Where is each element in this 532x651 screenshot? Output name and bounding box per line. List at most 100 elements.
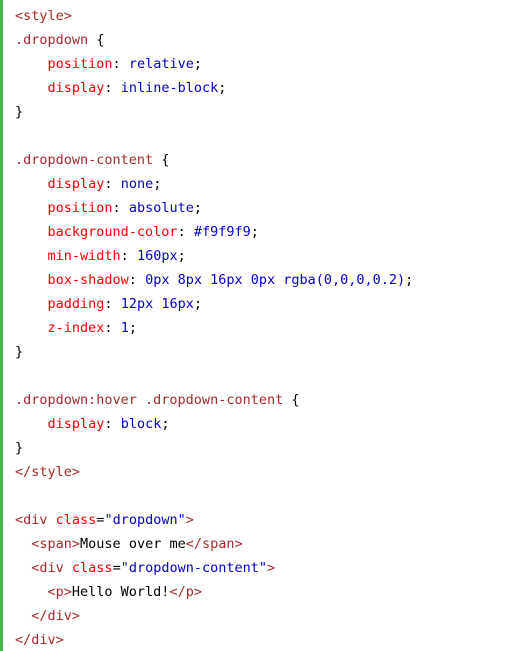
code-property-token: position bbox=[47, 200, 113, 216]
code-tag-token: <span> bbox=[31, 536, 81, 552]
code-line: min-width: 160px; bbox=[15, 244, 532, 268]
code-value-token: 1 bbox=[120, 320, 129, 336]
code-example-panel: <style> .dropdown { position: relative; d… bbox=[0, 0, 532, 651]
code-punctuation-token: ; bbox=[405, 272, 414, 288]
code-selector-token: .dropdown:hover .dropdown-content bbox=[15, 392, 284, 408]
code-punctuation-token: = bbox=[112, 560, 121, 576]
code-punctuation-token: ; bbox=[193, 296, 202, 312]
code-line: <span>Mouse over me</span> bbox=[15, 532, 532, 556]
code-attribute-token: class bbox=[63, 560, 113, 576]
code-block: <style> .dropdown { position: relative; d… bbox=[3, 0, 532, 651]
code-tag-token: </div> bbox=[15, 632, 64, 648]
code-value-token: 0px 8px 16px 0px rgba(0,0,0,0.2) bbox=[145, 272, 406, 288]
code-value-token: 160px bbox=[136, 248, 178, 264]
code-punctuation-token: ; bbox=[153, 176, 162, 192]
code-punctuation-token: ; bbox=[193, 200, 202, 216]
code-punctuation-token: } bbox=[15, 440, 24, 456]
code-value-token: none bbox=[120, 176, 154, 192]
code-tag-token: <div bbox=[15, 512, 48, 528]
code-tag-token: <p> bbox=[47, 584, 72, 600]
code-tag-token: </style> bbox=[15, 464, 81, 480]
code-punctuation-token: : bbox=[104, 320, 121, 336]
code-line: display: inline-block; bbox=[15, 76, 532, 100]
code-punctuation-token: ; bbox=[218, 80, 227, 96]
code-punctuation-token: : bbox=[104, 176, 121, 192]
code-line: <div class="dropdown-content"> bbox=[15, 556, 532, 580]
code-property-token: padding bbox=[47, 296, 105, 312]
code-property-token: display bbox=[47, 80, 105, 96]
code-property-token: min-width bbox=[47, 248, 121, 264]
code-line: display: none; bbox=[15, 172, 532, 196]
code-punctuation-token: { bbox=[153, 152, 170, 168]
code-tag-token: <div bbox=[31, 560, 64, 576]
code-line: padding: 12px 16px; bbox=[15, 292, 532, 316]
code-punctuation-token: ; bbox=[161, 416, 170, 432]
code-tag-token: </div> bbox=[31, 608, 81, 624]
code-property-token: background-color bbox=[47, 224, 178, 240]
code-tag-token: > bbox=[185, 512, 194, 528]
code-line: </div> bbox=[15, 628, 532, 651]
code-line: .dropdown:hover .dropdown-content { bbox=[15, 388, 532, 412]
code-line: display: block; bbox=[15, 412, 532, 436]
code-text-token: Mouse over me bbox=[80, 536, 186, 552]
code-property-token: display bbox=[47, 416, 105, 432]
code-line: <style> bbox=[15, 4, 532, 28]
code-line: } bbox=[15, 340, 532, 364]
code-value-token: #f9f9f9 bbox=[193, 224, 251, 240]
code-line: z-index: 1; bbox=[15, 316, 532, 340]
code-value-token: relative bbox=[128, 56, 194, 72]
code-string-token: "dropdown-content" bbox=[120, 560, 268, 576]
code-punctuation-token: ; bbox=[128, 320, 137, 336]
code-line: </div> bbox=[15, 604, 532, 628]
code-punctuation-token: : bbox=[112, 200, 129, 216]
code-line: } bbox=[15, 436, 532, 460]
code-value-token: 12px 16px bbox=[120, 296, 194, 312]
code-line: } bbox=[15, 100, 532, 124]
code-property-token: position bbox=[47, 56, 113, 72]
code-tag-token: <style> bbox=[15, 8, 72, 24]
code-tag-token: </span> bbox=[185, 536, 243, 552]
code-line: </style> bbox=[15, 460, 532, 484]
code-line: .dropdown-content { bbox=[15, 148, 532, 172]
code-punctuation-token: ; bbox=[250, 224, 259, 240]
code-property-token: z-index bbox=[47, 320, 105, 336]
code-line: background-color: #f9f9f9; bbox=[15, 220, 532, 244]
code-string-token: "dropdown" bbox=[104, 512, 186, 528]
code-property-token: display bbox=[47, 176, 105, 192]
code-value-token: inline-block bbox=[120, 80, 219, 96]
code-property-token: box-shadow bbox=[47, 272, 129, 288]
code-punctuation-token: : bbox=[128, 272, 146, 288]
code-punctuation-token: : bbox=[112, 56, 129, 72]
code-tag-token: > bbox=[267, 560, 276, 576]
code-value-token: absolute bbox=[128, 200, 194, 216]
code-punctuation-token: ; bbox=[177, 248, 186, 264]
code-line: position: absolute; bbox=[15, 196, 532, 220]
code-line: <p>Hello World!</p> bbox=[15, 580, 532, 604]
code-line: position: relative; bbox=[15, 52, 532, 76]
code-punctuation-token: } bbox=[15, 344, 24, 360]
code-punctuation-token: : bbox=[104, 80, 121, 96]
code-punctuation-token: { bbox=[283, 392, 300, 408]
code-attribute-token: class bbox=[47, 512, 97, 528]
code-punctuation-token: { bbox=[88, 32, 105, 48]
code-line: <div class="dropdown"> bbox=[15, 508, 532, 532]
code-punctuation-token: : bbox=[177, 224, 194, 240]
code-punctuation-token: : bbox=[120, 248, 137, 264]
code-value-token: block bbox=[120, 416, 162, 432]
code-selector-token: .dropdown bbox=[15, 32, 89, 48]
code-punctuation-token: } bbox=[15, 104, 24, 120]
